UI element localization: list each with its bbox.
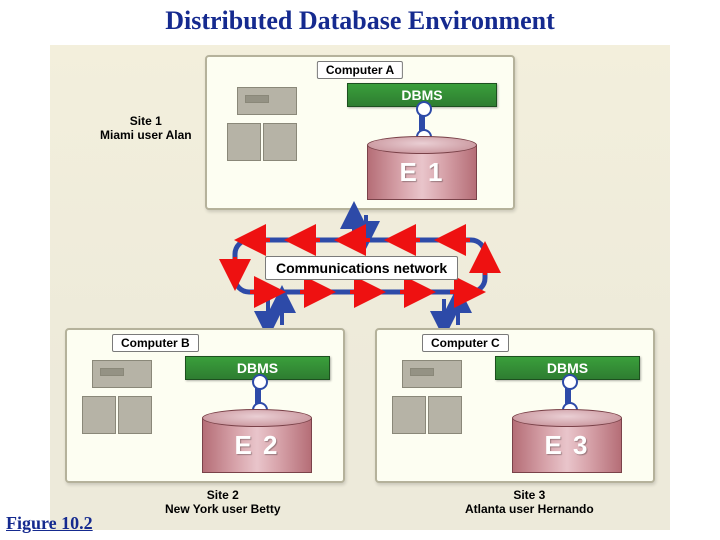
computer-a-db-cylinder: E 1 — [367, 145, 477, 200]
computer-c-db-cylinder: E 3 — [512, 418, 622, 473]
computer-c-label: Computer C — [422, 334, 509, 352]
site-3-caption: Site 3Atlanta user Hernando — [465, 489, 594, 517]
computer-b-box: Computer B DBMS E 2 — [65, 328, 345, 483]
site-2-caption: Site 2New York user Betty — [165, 489, 281, 517]
computer-b-label: Computer B — [112, 334, 199, 352]
computer-b-db-cylinder: E 2 — [202, 418, 312, 473]
computer-c-wire — [565, 382, 571, 410]
computer-b-wire — [255, 382, 261, 410]
computer-a-wire — [419, 109, 425, 137]
computer-c-box: Computer C DBMS E 3 — [375, 328, 655, 483]
computer-c-db-label: E 3 — [544, 430, 589, 461]
computer-a-label: Computer A — [317, 61, 403, 79]
site-1-caption: Site 1Miami user Alan — [100, 115, 192, 143]
page-title: Distributed Database Environment — [0, 6, 720, 36]
figure-label: Figure 10.2 — [6, 513, 93, 534]
computer-a-windows-icon — [227, 87, 297, 162]
diagram-canvas: Computer A DBMS E 1 Site 1Miami user Ala… — [50, 45, 670, 530]
computer-a-db-label: E 1 — [399, 157, 444, 188]
comm-network-box: Communications network — [265, 256, 458, 280]
computer-a-box: Computer A DBMS E 1 — [205, 55, 515, 210]
computer-b-windows-icon — [82, 360, 152, 435]
computer-b-db-label: E 2 — [234, 430, 279, 461]
computer-c-windows-icon — [392, 360, 462, 435]
